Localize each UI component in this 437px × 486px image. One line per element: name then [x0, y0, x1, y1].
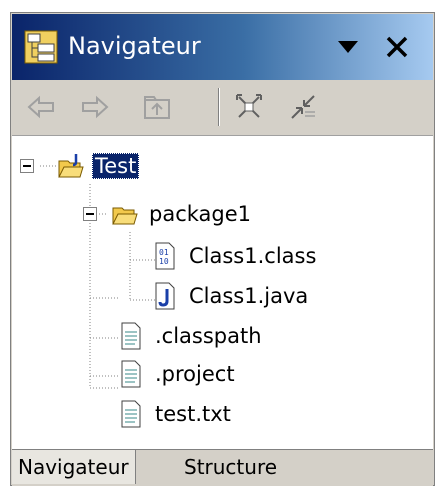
- up-folder-icon[interactable]: [142, 92, 172, 122]
- tree-item-label: package1: [149, 202, 252, 226]
- collapse-toggle[interactable]: [20, 159, 34, 173]
- collapse-toggle[interactable]: [83, 207, 97, 221]
- resource-tree[interactable]: Test package1 01 10 Class1.class Class1.…: [12, 136, 433, 449]
- tree-item-label: test.txt: [155, 402, 231, 426]
- back-arrow-icon[interactable]: [26, 92, 56, 122]
- open-folder-icon: [112, 207, 138, 225]
- view-toolbar: [12, 80, 433, 136]
- tree-item-label: Class1.class: [189, 244, 317, 268]
- svg-text:01: 01: [159, 248, 169, 257]
- java-project-icon: [58, 154, 84, 178]
- tree-item-test-txt[interactable]: test.txt: [118, 398, 234, 430]
- tree-item-project[interactable]: .project: [118, 358, 238, 390]
- class-file-icon: 01 10: [155, 242, 175, 270]
- tree-item-class1-class[interactable]: 01 10 Class1.class: [152, 240, 319, 272]
- toolbar-separator: [218, 88, 220, 126]
- forward-arrow-icon[interactable]: [80, 92, 110, 122]
- tree-item-label: Class1.java: [189, 284, 309, 308]
- text-file-icon: [121, 360, 141, 388]
- view-tab-bar: Navigateur Structure: [12, 449, 433, 486]
- tree-item-label: .classpath: [155, 324, 262, 348]
- tab-structure[interactable]: Structure: [178, 450, 283, 484]
- collapse-all-icon[interactable]: [234, 92, 264, 122]
- tree-item-label: .project: [155, 362, 235, 386]
- link-with-editor-icon[interactable]: [288, 92, 318, 122]
- navigator-icon: [24, 30, 58, 64]
- tree-item-test[interactable]: Test: [58, 150, 140, 182]
- tree-item-class1-java[interactable]: Class1.java: [152, 280, 311, 312]
- svg-text:10: 10: [159, 257, 169, 266]
- tree-item-label: Test: [92, 153, 140, 179]
- navigator-view: Navigateur Test package1 01 10 Class1.cl…: [10, 12, 435, 486]
- text-file-icon: [121, 400, 141, 428]
- close-icon[interactable]: [384, 34, 410, 60]
- tree-item-classpath[interactable]: .classpath: [118, 320, 265, 352]
- view-title: Navigateur: [68, 32, 201, 60]
- tree-item-package1[interactable]: package1: [112, 198, 254, 230]
- tab-navigateur[interactable]: Navigateur: [12, 450, 136, 484]
- view-title-bar[interactable]: Navigateur: [12, 14, 433, 80]
- dropdown-arrow-icon[interactable]: [337, 40, 359, 54]
- text-file-icon: [121, 322, 141, 350]
- java-file-icon: [155, 282, 175, 310]
